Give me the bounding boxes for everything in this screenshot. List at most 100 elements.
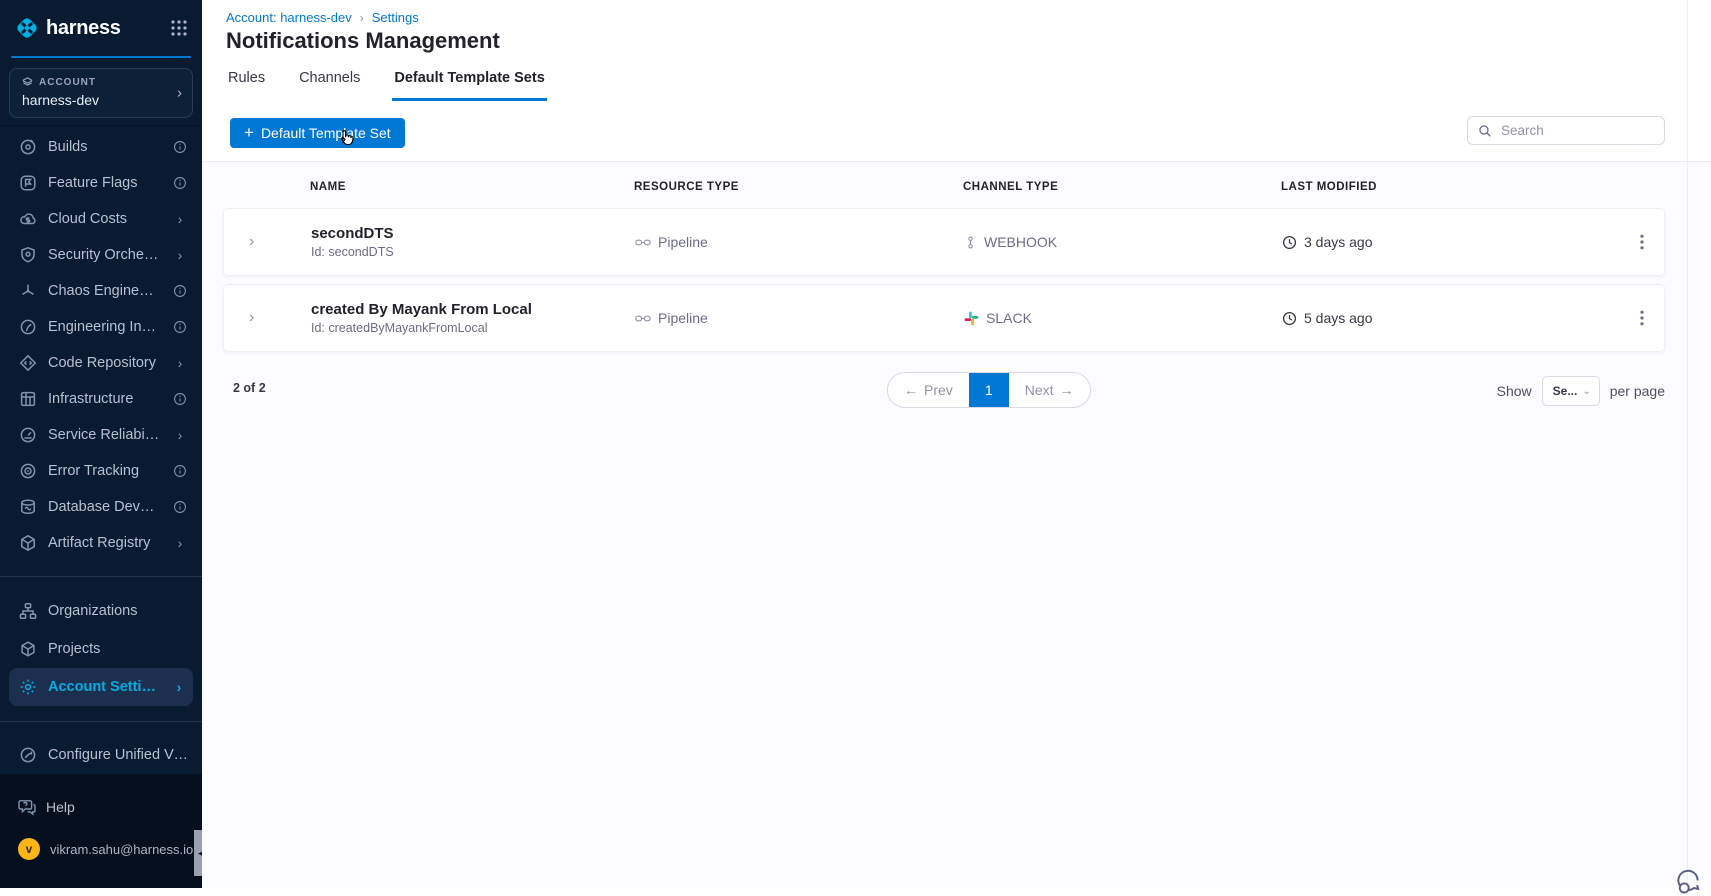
sidebar-divider (0, 721, 202, 722)
sidebar-secondary-nav: Organizations Projects Account Settings … (0, 592, 202, 706)
tab-rules[interactable]: Rules (226, 60, 267, 101)
show-label: Show (1496, 383, 1532, 399)
harness-logo-icon (14, 15, 40, 41)
column-header-name: NAME (310, 181, 346, 193)
pager: ← Prev 1 Next → (886, 372, 1091, 408)
error-tracking-icon (18, 462, 37, 481)
settings-gear-icon (18, 678, 37, 697)
projects-icon (18, 640, 37, 659)
webhook-icon (964, 236, 977, 249)
breadcrumb-account-link[interactable]: Account: harness-dev (226, 10, 352, 25)
sidebar-item-configure-unified-view[interactable]: Configure Unified View (0, 737, 202, 773)
table-header-row: NAME RESOURCE TYPE CHANNEL TYPE LAST MOD… (223, 174, 1665, 200)
pagination: 2 of 2 ← Prev 1 Next → Show Se... ⌄ per … (223, 372, 1665, 408)
breadcrumb-separator-icon: › (359, 10, 364, 25)
cloud-costs-icon (18, 210, 37, 229)
column-header-resource-type: RESOURCE TYPE (634, 181, 739, 193)
organizations-icon (18, 602, 37, 621)
slack-icon (964, 311, 979, 326)
sidebar-item-security-orchestration[interactable]: Security Orchestrat... › (0, 237, 202, 273)
sidebar-item-organizations[interactable]: Organizations (0, 592, 202, 630)
template-set-id: Id: createdByMayankFromLocal (311, 321, 488, 335)
sidebar-item-feature-flags[interactable]: Feature Flags (0, 165, 202, 201)
sidebar-item-infrastructure[interactable]: Infrastructure (0, 381, 202, 417)
account-scope-icon (22, 77, 33, 88)
search-icon (1478, 124, 1492, 138)
result-count: 2 of 2 (233, 381, 266, 395)
info-icon[interactable] (172, 175, 188, 191)
sidebar-item-chaos-engineering[interactable]: Chaos Engineering (0, 273, 202, 309)
tab-bar: Rules Channels Default Template Sets (226, 60, 547, 101)
sidebar-item-artifact-registry[interactable]: Artifact Registry › (0, 525, 202, 561)
info-icon[interactable] (172, 139, 188, 155)
chevron-right-icon: › (177, 211, 183, 227)
sidebar-item-database-devops[interactable]: Database DevOps (0, 489, 202, 525)
support-chat-icon[interactable] (1673, 866, 1703, 896)
sidebar-item-service-reliability[interactable]: Service Reliability › (0, 417, 202, 453)
last-modified-cell: 3 days ago (1282, 234, 1629, 250)
sidebar-item-code-repository[interactable]: Code Repository › (0, 345, 202, 381)
info-icon[interactable] (172, 283, 188, 299)
module-picker-icon[interactable] (170, 19, 188, 37)
row-menu-button[interactable] (1629, 305, 1655, 331)
info-icon[interactable] (172, 463, 188, 479)
info-icon[interactable] (172, 499, 188, 515)
prev-page-button[interactable]: ← Prev (888, 373, 969, 407)
chaos-engineering-icon (18, 282, 37, 301)
sidebar-item-builds[interactable]: Builds (0, 129, 202, 165)
page-1-button[interactable]: 1 (968, 373, 1009, 407)
column-header-channel-type: CHANNEL TYPE (963, 181, 1059, 193)
security-shield-icon (18, 246, 37, 265)
tab-default-template-sets[interactable]: Default Template Sets (392, 60, 547, 101)
column-header-last-modified: LAST MODIFIED (1281, 181, 1377, 193)
arrow-right-icon: → (1059, 382, 1074, 398)
chevron-right-icon: › (176, 679, 182, 695)
toolbar: + Default Template Set (202, 101, 1711, 162)
tab-channels[interactable]: Channels (297, 60, 362, 101)
chevron-right-icon: › (177, 247, 183, 263)
search-box (1467, 116, 1665, 145)
engineering-insights-icon (18, 318, 37, 337)
row-menu-button[interactable] (1629, 229, 1655, 255)
harness-logo-text: harness (46, 16, 121, 39)
artifact-registry-icon (18, 534, 37, 553)
code-repository-icon (18, 354, 37, 373)
last-modified-cell: 5 days ago (1282, 310, 1629, 326)
info-icon[interactable] (172, 319, 188, 335)
chevron-right-icon: › (177, 535, 183, 551)
sidebar-item-cloud-costs[interactable]: Cloud Costs › (0, 201, 202, 237)
info-icon[interactable] (172, 391, 188, 407)
account-name: harness-dev (22, 92, 100, 108)
search-input[interactable] (1499, 122, 1654, 139)
avatar: v (18, 838, 40, 860)
account-selector[interactable]: ACCOUNT harness-dev › (9, 68, 193, 118)
resource-type-cell: Pipeline (635, 310, 964, 326)
table-row[interactable]: › created By Mayank From Local Id: creat… (223, 284, 1665, 352)
name-cell: secondDTS Id: secondDTS (311, 225, 635, 259)
pipeline-icon (635, 313, 651, 324)
arrow-left-icon: ← (903, 382, 918, 398)
database-devops-icon (18, 498, 37, 517)
page-size-select[interactable]: Se... ⌄ (1541, 376, 1600, 406)
sidebar-item-error-tracking[interactable]: Error Tracking (0, 453, 202, 489)
user-profile[interactable]: v vikram.sahu@harness.io (0, 834, 202, 864)
configure-icon (18, 746, 37, 765)
pipeline-icon (635, 237, 651, 248)
expand-chevron-icon[interactable]: › (224, 233, 311, 251)
page-header: Account: harness-dev › Settings Notifica… (202, 0, 1711, 102)
new-default-template-set-button[interactable]: + Default Template Set (230, 118, 405, 148)
channel-type-cell: WEBHOOK (964, 234, 1282, 250)
chevron-right-icon: › (177, 84, 182, 102)
template-set-name: created By Mayank From Local (311, 301, 532, 318)
sidebar-item-projects[interactable]: Projects (0, 630, 202, 668)
template-set-id: Id: secondDTS (311, 245, 394, 259)
help-button[interactable]: Help (0, 792, 202, 822)
app-root: harness ACCOUNT harness-dev › Builds Fea… (0, 0, 1711, 894)
next-page-button[interactable]: Next → (1009, 373, 1090, 407)
service-reliability-icon (18, 426, 37, 445)
sidebar-item-account-settings[interactable]: Account Settings › (9, 668, 193, 706)
breadcrumb-settings-link[interactable]: Settings (372, 10, 419, 25)
expand-chevron-icon[interactable]: › (224, 309, 311, 327)
table-row[interactable]: › secondDTS Id: secondDTS Pipeline WEBHO… (223, 208, 1665, 276)
sidebar-item-engineering-insights[interactable]: Engineering Insights (0, 309, 202, 345)
